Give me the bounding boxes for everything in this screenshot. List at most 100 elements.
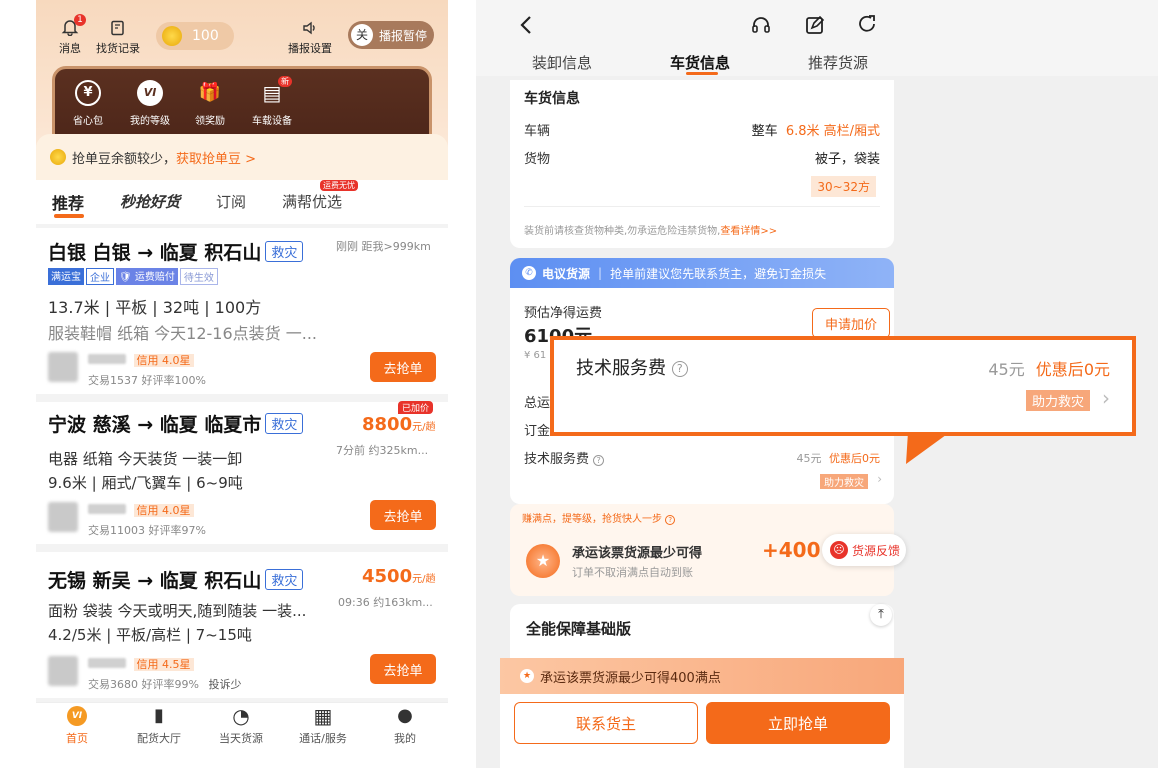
card-2-route: 宁波 慈溪 → 临夏 临夏市 救灾	[48, 410, 304, 437]
points-banner-text: 赚满点，提等级，抢货快人一步	[522, 514, 662, 525]
card-2-avatar	[48, 502, 78, 532]
notification-button[interactable]: 1 消息	[58, 14, 86, 56]
card-1-badges: 满运宝 企业 🛡 运费赔付 待生效	[48, 268, 218, 285]
points-help-icon[interactable]: ?	[665, 515, 676, 525]
card-1-stats: 交易1537 好评率100%	[88, 374, 206, 387]
help-icon[interactable]: ?	[593, 455, 605, 466]
phone-icon: ✆	[522, 266, 536, 280]
feature-rewards[interactable]: 🎁 领奖励	[182, 80, 238, 127]
feature-savings-pack[interactable]: ¥ 省心包	[60, 80, 116, 127]
cargo-info-divider	[524, 206, 880, 207]
get-bean-link[interactable]: 获取抢单豆 >	[176, 148, 256, 167]
card-1-avatar	[48, 352, 78, 382]
goods-label: 货物	[524, 152, 551, 167]
tab-recommend[interactable]: 推荐	[52, 190, 84, 214]
left-phone-screen: 1 消息 找货记录 100 播报设置 关 播报暂停 ¥ 省心包 VI 我的等级 …	[36, 0, 448, 768]
tab-recommended-cargo[interactable]: 推荐货源	[808, 52, 868, 73]
tab-grab-good-cargo[interactable]: 秒抢好货	[120, 191, 180, 212]
nav-home[interactable]: VI 首页	[36, 706, 118, 746]
card-3-price-unit: 元/趟	[412, 574, 436, 585]
nav-home-label: 首页	[66, 732, 88, 745]
broadcast-toggle-key: 关	[351, 24, 373, 46]
nav-call-service[interactable]: ▦ 通话/服务	[282, 706, 364, 746]
card-3-shipper: 信用 4.5星 交易3680 好评率99% 投诉少	[88, 656, 241, 692]
tab-subscribe[interactable]: 订阅	[216, 191, 246, 212]
callout-fee-discount: 优惠后	[1035, 360, 1084, 379]
coin-icon	[162, 26, 182, 46]
feature-vehicle-device[interactable]: ▤ 新 车载设备	[242, 76, 302, 127]
headset-icon[interactable]	[750, 14, 772, 36]
card-2-shipper-name-blurred	[88, 504, 126, 514]
grid-icon: ▦	[313, 704, 333, 728]
cargo-info-card: 车货信息 车辆 整车 6.8米 高栏/厢式 货物 被子，袋装 30~32方 装货…	[510, 80, 894, 248]
broadcast-toggle[interactable]: 关 播报暂停	[348, 21, 434, 49]
coin-value: 100	[192, 28, 219, 44]
find-cargo-record-button[interactable]: 找货记录	[94, 20, 142, 56]
coin-balance[interactable]: 100	[156, 22, 234, 50]
cargo-card-1[interactable]: 白银 白银 → 临夏 积石山 救灾 刚刚 距我>999km 满运宝 企业 🛡 运费…	[36, 228, 448, 394]
card-3-route: 无锡 新吴 → 临夏 积石山 救灾	[48, 566, 304, 593]
card-2-stats: 交易11003 好评率97%	[88, 524, 206, 537]
service-fee-discount: 优惠后	[829, 452, 862, 465]
callout-disaster-relief-tag: 助力救灾	[1025, 390, 1090, 411]
card-3-shipper-name-blurred	[88, 658, 126, 668]
nav-today-cargo[interactable]: ◔ 当天货源	[200, 706, 282, 746]
disaster-relief-tag: 助力救灾	[820, 474, 868, 489]
record-icon	[111, 20, 124, 36]
feature-my-level[interactable]: VI 我的等级	[120, 80, 180, 127]
negotiable-text: 抢单前建议您先联系货主，避免订金损失	[610, 266, 827, 281]
card-2-price-value: 8800	[362, 414, 413, 435]
contact-shipper-button[interactable]: 联系货主	[514, 702, 698, 744]
tab-preferred[interactable]: 满帮优选	[282, 191, 342, 212]
view-details-link[interactable]: 查看详情>>	[720, 226, 777, 237]
card-1-corp-badge: 企业	[86, 268, 114, 285]
apply-raise-button[interactable]: 申请加价	[812, 308, 890, 338]
nav-today-cargo-label: 当天货源	[219, 732, 263, 745]
tab-cargo-info[interactable]: 车货信息	[670, 52, 730, 73]
gift-icon: 🎁	[198, 82, 222, 103]
tab-cargo-info-indicator	[686, 72, 718, 75]
callout-chevron-right-icon[interactable]: ›	[1102, 386, 1110, 410]
nav-cargo-hall[interactable]: ▮ 配货大厅	[118, 706, 200, 746]
chevron-left-icon[interactable]	[516, 14, 536, 36]
cargo-info-title: 车货信息	[524, 91, 580, 107]
goods-value: 被子，袋装	[814, 152, 880, 167]
edit-icon[interactable]	[804, 14, 826, 36]
card-1-grab-button[interactable]: 去抢单	[370, 352, 436, 382]
points-bottom-strip: ★ 承运该票货源最少可得400满点	[500, 658, 904, 694]
notification-label: 消息	[59, 42, 81, 55]
broadcast-settings-button[interactable]: 播报设置	[286, 20, 334, 56]
card-2-grab-button[interactable]: 去抢单	[370, 500, 436, 530]
card-3-desc: 面粉 袋装 今天或明天,随到随装 一装...	[48, 602, 307, 620]
bean-notice-bar[interactable]: 抢单豆余额较少， 获取抢单豆 >	[36, 134, 448, 180]
card-3-stats-row: 交易3680 好评率99% 投诉少	[88, 676, 241, 692]
card-2-price-badge: 已加价	[398, 401, 434, 414]
callout-fee-label: 技术服务费 ?	[576, 354, 688, 380]
vehicle-label: 车辆	[524, 124, 551, 139]
card-3-price: 4500元/趟	[362, 566, 435, 587]
card-2-disaster-tag: 救灾	[265, 413, 304, 434]
card-1-compensation-text: 运费赔付	[134, 272, 175, 283]
total-freight-label: 总运	[524, 396, 551, 411]
nav-me[interactable]: ● 我的	[364, 706, 446, 746]
callout-fee-label-text: 技术服务费	[576, 358, 666, 379]
card-2-desc: 电器 纸箱 今天装货 一装一卸	[48, 450, 243, 468]
nav-me-label: 我的	[394, 732, 416, 745]
card-3-spec: 4.2/5米 | 平板/高栏 | 7~15吨	[48, 626, 252, 644]
card-3-grab-button[interactable]: 去抢单	[370, 654, 436, 684]
scroll-top-icon[interactable]: ⤒	[870, 604, 892, 626]
cargo-card-2[interactable]: 宁波 慈溪 → 临夏 临夏市 救灾 已加价 8800元/趟 7分前 约325km.…	[36, 401, 448, 544]
callout-pointer	[906, 432, 950, 464]
share-icon[interactable]	[856, 14, 878, 36]
card-2-route-text: 宁波 慈溪 → 临夏 临夏市	[48, 414, 262, 436]
callout-help-icon[interactable]: ?	[671, 361, 688, 377]
callout-fee-discount-value: 0元	[1083, 360, 1110, 379]
negotiable-banner: ✆ 电议货源 | 抢单前建议您先联系货主，避免订金损失	[510, 258, 894, 288]
card-2-meta: 7分前 约325km...	[336, 444, 429, 457]
cargo-card-3[interactable]: 无锡 新吴 → 临夏 积石山 救灾 4500元/趟 09:36 约163km...…	[36, 552, 448, 698]
cargo-feedback-button[interactable]: ☹ 货源反馈	[822, 534, 906, 566]
grab-now-button[interactable]: 立即抢单	[706, 702, 890, 744]
tab-loading-info[interactable]: 装卸信息	[532, 52, 592, 73]
chevron-right-icon[interactable]: ›	[877, 472, 882, 486]
deposit-label: 订金	[524, 424, 551, 439]
